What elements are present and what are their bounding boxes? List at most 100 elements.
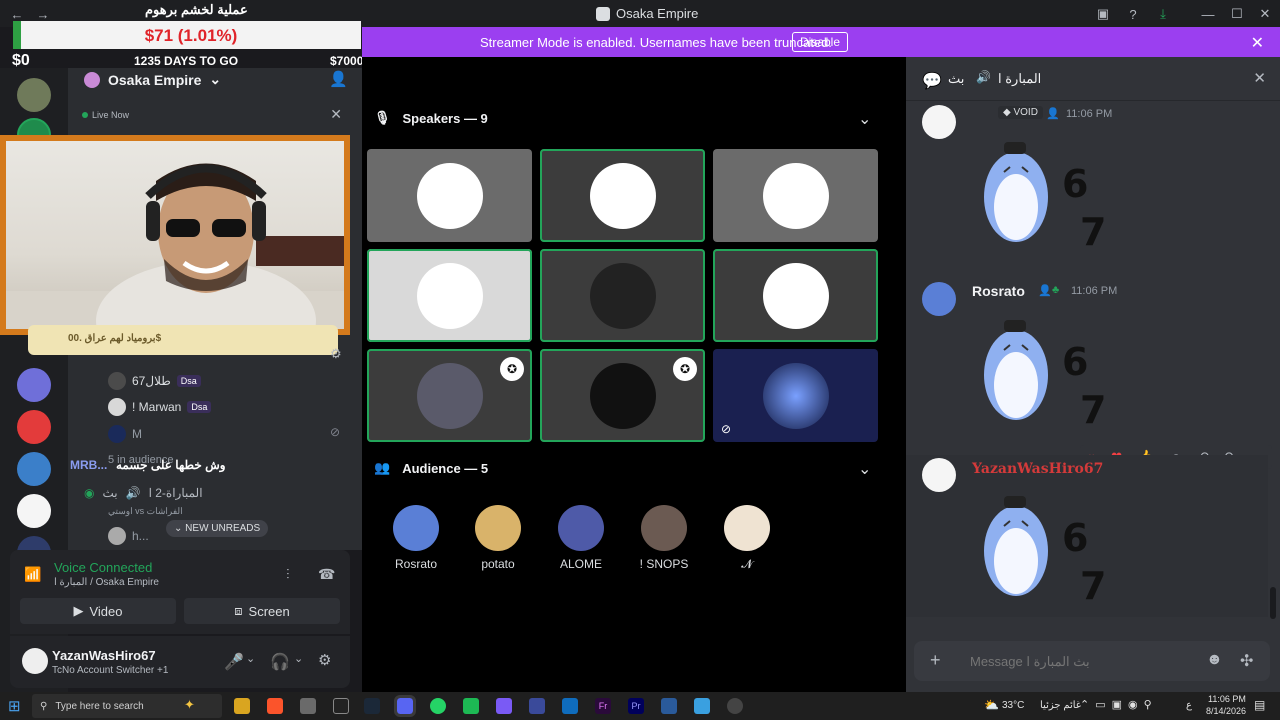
close-window-icon[interactable]: ✕ [1256,5,1274,23]
message-input[interactable] [970,650,1190,672]
audience-member[interactable]: Rosrato [376,505,456,571]
add-attachment-icon[interactable]: + [930,650,941,671]
video-button[interactable]: ▶ Video [20,598,176,624]
audience-member[interactable]: ! SNOPS [624,505,704,571]
webcam-feed [6,163,344,329]
avatar[interactable] [922,458,956,492]
close-live-icon[interactable]: ✕ [330,106,342,123]
help-icon[interactable]: ? [1124,5,1142,23]
chevron-down-icon[interactable]: ⌄ [246,652,255,665]
stage-channel-row[interactable]: ◉ بث 🔊 المباراة-2 ا [84,486,203,500]
app-icon[interactable] [333,698,349,714]
member-row[interactable]: طلال67 Dsa [108,372,201,390]
server-icon[interactable] [17,368,51,402]
input-language[interactable]: ع [1186,700,1192,711]
tray-icons[interactable]: ⌃▭▣◉⚲ [1080,698,1158,711]
app-icon[interactable] [463,698,479,714]
download-icon[interactable]: ⤓ [1154,5,1172,23]
app-icon[interactable] [529,698,545,714]
avatar [393,505,439,551]
steam-icon[interactable] [364,698,380,714]
speaker-tile[interactable] [367,149,532,242]
close-chat-icon[interactable]: ✕ [1253,69,1266,87]
premiere-icon[interactable]: Pr [628,698,644,714]
server-name-header[interactable]: Osaka Empire ⌄ [84,71,221,88]
clock-time[interactable]: 11:06 PM [1208,694,1246,704]
emoji-icon[interactable]: ☻ [1206,651,1223,669]
chat-scrollbar[interactable] [1270,587,1276,619]
soundboard-icon[interactable]: ⫶ [286,566,290,583]
chevron-down-icon[interactable]: ⌄ [858,459,871,479]
speaker-tile[interactable]: ⊘ [713,349,878,442]
speaker-tile[interactable]: ✪ [367,349,532,442]
user-settings-icon[interactable]: ⚙ [318,651,331,669]
app-icon[interactable] [496,698,512,714]
clock-date[interactable]: 8/14/2026 [1206,706,1246,716]
penguin-sticker[interactable]: 6 7 [976,491,1106,606]
speaker-avatar [762,162,829,229]
file-explorer-icon[interactable] [234,698,250,714]
app-icon[interactable] [694,698,710,714]
audience-member[interactable]: 𝓝 [707,505,787,572]
speaker-tile[interactable] [540,249,705,342]
add-member-icon[interactable]: 👤 [329,70,348,88]
inbox-icon[interactable]: ▣ [1094,5,1112,23]
close-banner-icon[interactable]: ✕ [1251,33,1264,53]
audience-icon: 👥 [374,460,391,475]
user-avatar[interactable] [22,648,48,674]
avatar[interactable] [922,282,956,316]
app-icon[interactable] [661,698,677,714]
speaker-tile[interactable] [713,149,878,242]
app-icon[interactable] [727,698,743,714]
new-unreads-pill[interactable]: ⌄ NEW UNREADS [166,520,269,537]
server-icon[interactable] [17,452,51,486]
penguin-sticker[interactable]: 6 7 [976,315,1106,430]
whatsapp-icon[interactable] [430,698,446,714]
headphones-icon[interactable]: 🎧 [270,652,290,672]
server-icon[interactable] [17,78,51,112]
message-author[interactable]: Rosrato [972,283,1025,299]
speaker-tile[interactable] [713,249,878,342]
apps-icon[interactable]: ✣ [1240,651,1253,671]
windows-start-icon[interactable]: ⊞ [8,697,21,715]
speaker-tile[interactable] [540,149,705,242]
server-icon[interactable] [17,494,51,528]
disconnect-icon[interactable]: ☎ [318,566,335,583]
notification-icon[interactable]: ▤ [1254,698,1265,712]
voice-channel[interactable]: المبارة ا / Osaka Empire [54,577,159,588]
speakers-header[interactable]: 🎙 Speakers — 9 [374,110,488,126]
screen-share-button[interactable]: ⧈ Screen [184,598,340,624]
avatar [641,505,687,551]
chevron-down-icon[interactable]: ⌄ [294,652,303,665]
chevron-down-icon[interactable]: ⌄ [858,109,871,129]
settings-icon[interactable]: ⚙ [330,346,342,362]
username[interactable]: YazanWasHiro67 [52,648,156,663]
moderator-icon: ✪ [500,357,524,381]
audience-member[interactable]: ALOME [541,505,621,571]
role-icon: ♣ [1052,284,1060,296]
minimize-icon[interactable]: — [1199,5,1217,23]
fresco-icon[interactable]: Fr [595,698,611,714]
penguin-sticker[interactable]: 6 7 [976,137,1106,252]
member-row[interactable]: M [108,425,142,443]
goal-progress-bar: $71 (1.01%) [13,21,361,49]
brave-icon[interactable] [267,698,283,714]
discord-taskbar-icon[interactable] [394,695,416,717]
outlook-icon[interactable] [562,698,578,714]
avatar[interactable] [922,105,956,139]
maximize-icon[interactable]: ☐ [1228,5,1246,23]
partial-user-row[interactable]: h... [108,527,149,545]
speaker-tile[interactable]: ✪ [540,349,705,442]
server-icon[interactable] [17,410,51,444]
widgets-icon[interactable]: ✦ [184,697,195,713]
speaker-tile[interactable] [367,249,532,342]
weather-temp[interactable]: 33°C [1002,700,1024,711]
audience-header[interactable]: 👥 Audience — 5 [374,460,488,476]
member-row[interactable]: ! Marwan Dsa [108,398,212,416]
microphone-icon[interactable]: 🎤 [224,652,244,672]
message-author[interactable]: YazanWasHiro67 [972,461,1103,477]
disable-streamer-mode-button[interactable]: Disable [792,32,848,52]
audience-member[interactable]: potato [458,505,538,571]
discord-icon [596,6,610,21]
store-icon[interactable] [300,698,316,714]
